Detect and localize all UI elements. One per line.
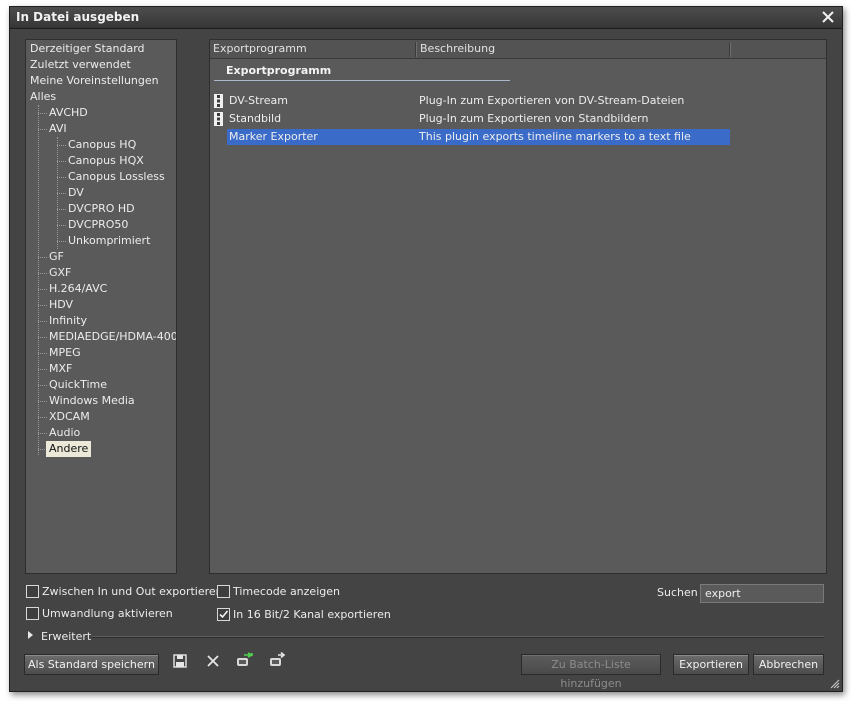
divider [92,636,824,638]
tree-item[interactable]: DV [68,185,84,201]
tree-connector [38,385,47,386]
bit16-label: In 16 Bit/2 Kanal exportieren [233,608,391,621]
expand-arrow-icon[interactable] [28,631,33,639]
export-preset-icon[interactable] [268,652,286,670]
tree-connector [57,193,66,194]
timecode-label: Timecode anzeigen [233,585,340,598]
conversion-checkbox[interactable] [26,607,39,620]
save-icon[interactable] [171,652,189,670]
search-label: Suchen [657,586,698,599]
tree-item[interactable]: Windows Media [49,393,135,409]
list-header: Exportprogramm Beschreibung [210,40,826,59]
tree-item[interactable]: DVCPRO50 [68,217,128,233]
group-header: Exportprogramm [214,63,510,81]
import-preset-icon[interactable] [235,652,253,670]
column-separator[interactable] [729,42,731,57]
tree-item[interactable]: Canopus HQX [68,153,144,169]
tree-connector [38,105,39,455]
tree-connector [57,225,66,226]
tree-item[interactable]: Meine Voreinstellungen [30,73,159,89]
exporter-description: Plug-In zum Exportieren von Standbildern [419,112,649,125]
tree-connector [38,433,47,434]
tree-item-selected[interactable]: Andere [46,441,92,457]
tree-item[interactable]: Alles [30,89,56,105]
tree-item[interactable]: MXF [49,361,72,377]
tree-item[interactable]: XDCAM [49,409,90,425]
conversion-label: Umwandlung aktivieren [42,607,173,620]
group-title: Exportprogramm [226,64,332,77]
tree-connector [38,289,47,290]
tree-connector [57,145,66,146]
checkmark-icon [219,610,229,619]
tree-connector [38,401,47,402]
export-dialog: In Datei ausgeben Derzeitiger Standard Z… [9,6,843,692]
column-header-exporter[interactable]: Exportprogramm [210,40,416,58]
exporter-name: Marker Exporter [229,130,318,143]
tree-item[interactable]: Canopus Lossless [68,169,165,185]
advanced-toggle[interactable]: Erweitert [41,630,91,643]
tree-connector [38,353,47,354]
tree-item[interactable]: Canopus HQ [68,137,136,153]
exporter-list[interactable]: Exportprogramm Beschreibung Exportprogra… [209,39,827,574]
timecode-checkbox[interactable] [217,585,230,598]
tree-item[interactable]: MEDIAEDGE/HDMA-4000 [49,329,176,345]
exporter-description: This plugin exports timeline markers to … [419,130,691,143]
tree-item[interactable]: AVCHD [49,105,88,121]
tree-connector [38,337,47,338]
tree-item[interactable]: Audio [49,425,80,441]
export-button[interactable]: Exportieren [673,654,749,675]
tree-item[interactable]: Unkomprimiert [68,233,150,249]
tree-connector [38,129,47,130]
film-icon [214,112,223,126]
between-in-out-checkbox[interactable] [26,585,39,598]
tree-connector [38,257,47,258]
between-in-out-label: Zwischen In und Out exportieren [42,585,223,598]
preset-tree[interactable]: Derzeitiger Standard Zuletzt verwendet M… [25,39,177,574]
bit16-checkbox[interactable] [217,608,230,621]
list-item[interactable]: DV-Stream Plug-In zum Exportieren von DV… [214,93,730,109]
tree-connector [38,321,47,322]
tree-connector [38,417,47,418]
exporter-description: Plug-In zum Exportieren von DV-Stream-Da… [419,94,685,107]
tree-connector [57,209,66,210]
tree-connector [38,305,47,306]
tree-item[interactable]: GF [49,249,64,265]
tree-connector [38,369,47,370]
delete-icon[interactable] [204,652,222,670]
exporter-name: DV-Stream [229,94,288,107]
tree-item[interactable]: H.264/AVC [49,281,107,297]
tree-item[interactable]: HDV [49,297,73,313]
list-item[interactable]: Standbild Plug-In zum Exportieren von St… [214,111,730,127]
tree-item[interactable]: Derzeitiger Standard [30,41,145,57]
tree-connector [38,113,47,114]
add-to-batch-button[interactable]: Zu Batch-Liste hinzufügen [521,654,661,690]
tree-connector [57,177,66,178]
tree-item[interactable]: AVI [49,121,67,137]
tree-connector [57,161,66,162]
film-icon [214,94,223,108]
tree-item[interactable]: QuickTime [49,377,107,393]
tree-item[interactable]: MPEG [49,345,81,361]
tree-item[interactable]: Zuletzt verwendet [30,57,131,73]
save-default-button[interactable]: Als Standard speichern [24,654,159,675]
search-input[interactable] [700,584,824,603]
close-icon[interactable] [820,9,836,25]
window-title: In Datei ausgeben [16,10,140,24]
tree-item[interactable]: Infinity [49,313,87,329]
title-bar: In Datei ausgeben [10,7,842,29]
cancel-button[interactable]: Abbrechen [753,654,824,675]
exporter-name: Standbild [229,112,282,125]
list-item-selected[interactable]: Marker Exporter This plugin exports time… [227,129,730,145]
resize-grip-icon[interactable] [828,677,840,689]
column-header-description[interactable]: Beschreibung [417,40,729,58]
tree-item[interactable]: DVCPRO HD [68,201,135,217]
tree-connector [38,273,47,274]
tree-item[interactable]: GXF [49,265,71,281]
tree-connector [57,241,66,242]
